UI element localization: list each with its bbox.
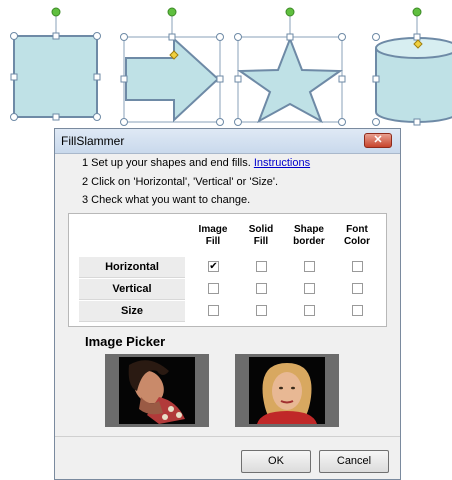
- star-shape[interactable]: [234, 7, 346, 126]
- column-header-solid-fill: Solid Fill: [248, 224, 274, 247]
- checkbox-horizontal-image-fill[interactable]: ✔: [208, 261, 219, 272]
- instruction-line-3: 3 Check what you want to change.: [82, 194, 251, 206]
- checkbox-horizontal-font-color[interactable]: [352, 261, 363, 272]
- checkmark-icon: ✔: [209, 261, 218, 272]
- portrait-image-1: [119, 357, 195, 424]
- portrait-photo-1: [119, 357, 195, 424]
- instruction-line-2: 2 Click on 'Horizontal', 'Vertical' or '…: [82, 176, 279, 188]
- column-header-image-fill: Image Fill: [198, 224, 228, 247]
- instruction-1-text: 1 Set up your shapes and end fills.: [82, 157, 251, 169]
- ok-button[interactable]: OK: [241, 450, 311, 473]
- close-button[interactable]: ✕: [364, 133, 392, 148]
- image-picker-label: Image Picker: [85, 334, 166, 349]
- checkbox-size-font-color[interactable]: [352, 305, 363, 316]
- column-header-shape-border: Shape border: [293, 224, 325, 247]
- footer-divider: [55, 436, 400, 437]
- checkbox-horizontal-shape-border[interactable]: [304, 261, 315, 272]
- cylinder-shape[interactable]: [372, 7, 452, 126]
- fillslammer-dialog: FillSlammer ✕ 1 Set up your shapes and e…: [54, 128, 401, 480]
- arrow-shape[interactable]: [120, 7, 224, 126]
- rotation-handle-icon: [285, 7, 295, 17]
- shapes-svg: [10, 7, 452, 126]
- image-thumbnail-1[interactable]: [105, 354, 209, 427]
- checkbox-size-solid-fill[interactable]: [256, 305, 267, 316]
- checkbox-size-shape-border[interactable]: [304, 305, 315, 316]
- checkbox-horizontal-solid-fill[interactable]: [256, 261, 267, 272]
- portrait-photo-2: [249, 357, 325, 424]
- column-header-font-color: Font Color: [343, 224, 371, 247]
- checkbox-vertical-shape-border[interactable]: [304, 283, 315, 294]
- slide-canvas: [0, 0, 452, 130]
- rotation-handle-icon: [412, 7, 422, 17]
- rotation-handle-icon: [51, 7, 61, 17]
- row-button-vertical[interactable]: Vertical: [79, 279, 185, 300]
- cancel-button[interactable]: Cancel: [319, 450, 389, 473]
- checkbox-vertical-font-color[interactable]: [352, 283, 363, 294]
- options-grid: Image Fill Solid Fill Shape border Font Colo…: [68, 213, 387, 327]
- row-button-horizontal[interactable]: Horizontal: [79, 257, 185, 278]
- portrait-image-2: [249, 357, 325, 424]
- checkbox-size-image-fill[interactable]: [208, 305, 219, 316]
- instruction-line-1: 1 Set up your shapes and end fills. Inst…: [82, 157, 310, 169]
- dialog-titlebar[interactable]: FillSlammer ✕: [55, 129, 400, 154]
- rectangle-shape[interactable]: [10, 7, 101, 121]
- instructions-link[interactable]: Instructions: [254, 157, 310, 169]
- rotation-handle-icon: [167, 7, 177, 17]
- close-icon: ✕: [373, 134, 383, 146]
- dialog-title: FillSlammer: [61, 134, 125, 148]
- checkbox-vertical-image-fill[interactable]: [208, 283, 219, 294]
- checkbox-vertical-solid-fill[interactable]: [256, 283, 267, 294]
- row-button-size[interactable]: Size: [79, 301, 185, 322]
- image-thumbnail-2[interactable]: [235, 354, 339, 427]
